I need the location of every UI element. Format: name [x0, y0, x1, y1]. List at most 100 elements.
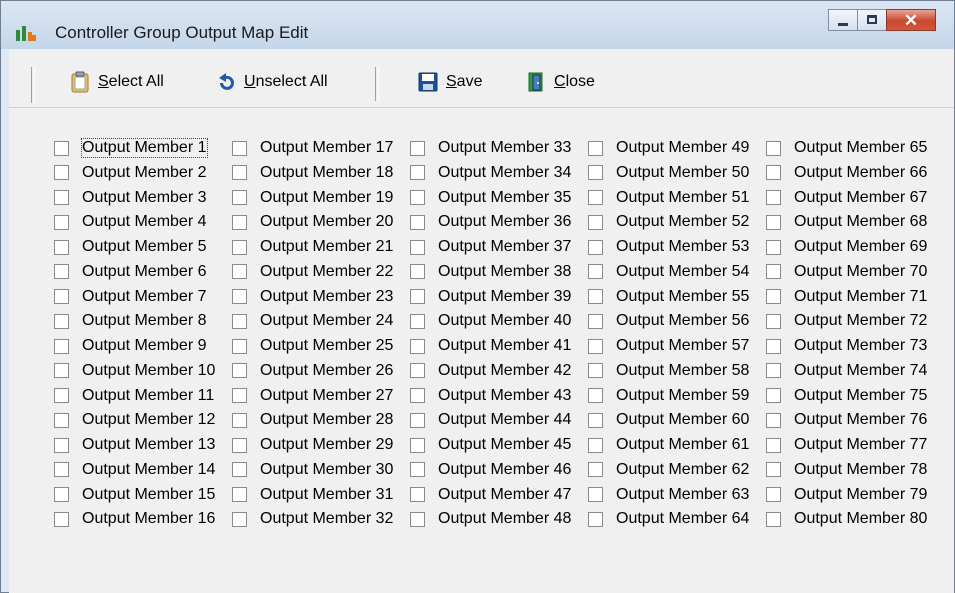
output-member-item[interactable]: Output Member 38: [410, 260, 571, 284]
output-member-checkbox[interactable]: [54, 437, 69, 453]
output-member-checkbox[interactable]: [588, 338, 603, 354]
output-member-checkbox[interactable]: [232, 190, 247, 205]
output-member-item[interactable]: Output Member 15: [54, 483, 215, 507]
output-member-item[interactable]: Output Member 10: [54, 359, 215, 383]
output-member-checkbox[interactable]: [410, 313, 425, 329]
minimize-button[interactable]: [828, 9, 858, 31]
output-member-checkbox[interactable]: [232, 140, 247, 156]
output-member-checkbox[interactable]: [410, 338, 425, 354]
output-member-item[interactable]: Output Member 61: [588, 433, 749, 457]
output-member-checkbox[interactable]: [410, 462, 425, 478]
output-member-checkbox[interactable]: [410, 190, 425, 205]
output-member-item[interactable]: Output Member 77: [766, 433, 927, 457]
output-member-item[interactable]: Output Member 12: [54, 408, 215, 432]
output-member-item[interactable]: Output Member 56: [588, 309, 749, 333]
output-member-item[interactable]: Output Member 40: [410, 309, 571, 333]
output-member-checkbox[interactable]: [410, 289, 425, 304]
output-member-checkbox[interactable]: [54, 462, 69, 478]
output-member-item[interactable]: Output Member 22: [232, 260, 393, 284]
output-member-item[interactable]: Output Member 57: [588, 334, 749, 358]
output-member-item[interactable]: Output Member 6: [54, 260, 207, 284]
output-member-item[interactable]: Output Member 79: [766, 483, 927, 507]
output-member-checkbox[interactable]: [588, 388, 603, 403]
output-member-checkbox[interactable]: [766, 313, 781, 329]
output-member-item[interactable]: Output Member 18: [232, 161, 393, 185]
output-member-item[interactable]: Output Member 42: [410, 359, 571, 383]
output-member-checkbox[interactable]: [54, 165, 69, 181]
output-member-checkbox[interactable]: [588, 165, 603, 181]
output-member-checkbox[interactable]: [588, 313, 603, 329]
output-member-checkbox[interactable]: [766, 462, 781, 478]
output-member-item[interactable]: Output Member 62: [588, 458, 749, 482]
output-member-checkbox[interactable]: [232, 214, 247, 230]
output-member-checkbox[interactable]: [588, 462, 603, 478]
output-member-item[interactable]: Output Member 39: [410, 285, 571, 309]
output-member-checkbox[interactable]: [588, 487, 603, 502]
output-member-checkbox[interactable]: [588, 239, 603, 255]
output-member-checkbox[interactable]: [232, 165, 247, 181]
output-member-item[interactable]: Output Member 19: [232, 186, 393, 210]
output-member-item[interactable]: Output Member 33: [410, 136, 571, 160]
output-member-item[interactable]: Output Member 58: [588, 359, 749, 383]
output-member-checkbox[interactable]: [766, 437, 781, 453]
output-member-item[interactable]: Output Member 3: [54, 186, 207, 210]
output-member-checkbox[interactable]: [410, 363, 425, 379]
output-member-item[interactable]: Output Member 76: [766, 408, 927, 432]
output-member-item[interactable]: Output Member 60: [588, 408, 749, 432]
output-member-checkbox[interactable]: [410, 487, 425, 502]
output-member-item[interactable]: Output Member 26: [232, 359, 393, 383]
maximize-button[interactable]: [857, 9, 887, 31]
output-member-checkbox[interactable]: [232, 388, 247, 403]
output-member-item[interactable]: Output Member 17: [232, 136, 393, 160]
output-member-item[interactable]: Output Member 4: [54, 210, 207, 234]
output-member-checkbox[interactable]: [410, 511, 425, 527]
output-member-checkbox[interactable]: [766, 412, 781, 428]
output-member-checkbox[interactable]: [766, 363, 781, 379]
output-member-checkbox[interactable]: [766, 264, 781, 280]
output-member-checkbox[interactable]: [588, 437, 603, 453]
output-member-item[interactable]: Output Member 25: [232, 334, 393, 358]
output-member-checkbox[interactable]: [232, 289, 247, 304]
output-member-checkbox[interactable]: [232, 412, 247, 428]
output-member-item[interactable]: Output Member 27: [232, 384, 393, 408]
output-member-checkbox[interactable]: [232, 338, 247, 354]
output-member-checkbox[interactable]: [54, 363, 69, 379]
output-member-item[interactable]: Output Member 80: [766, 507, 927, 531]
output-member-item[interactable]: Output Member 59: [588, 384, 749, 408]
output-member-item[interactable]: Output Member 2: [54, 161, 207, 185]
output-member-checkbox[interactable]: [54, 313, 69, 329]
unselect-all-button[interactable]: Unselect All: [215, 69, 328, 95]
output-member-item[interactable]: Output Member 7: [54, 285, 207, 309]
output-member-item[interactable]: Output Member 72: [766, 309, 927, 333]
output-member-checkbox[interactable]: [766, 190, 781, 205]
output-member-item[interactable]: Output Member 75: [766, 384, 927, 408]
output-member-item[interactable]: Output Member 43: [410, 384, 571, 408]
output-member-checkbox[interactable]: [410, 165, 425, 181]
output-member-item[interactable]: Output Member 50: [588, 161, 749, 185]
output-member-item[interactable]: Output Member 41: [410, 334, 571, 358]
output-member-checkbox[interactable]: [54, 289, 69, 304]
output-member-checkbox[interactable]: [588, 214, 603, 230]
output-member-checkbox[interactable]: [410, 412, 425, 428]
output-member-item[interactable]: Output Member 46: [410, 458, 571, 482]
output-member-checkbox[interactable]: [54, 140, 69, 156]
output-member-item[interactable]: Output Member 49: [588, 136, 749, 160]
output-member-item[interactable]: Output Member 1: [54, 136, 208, 160]
output-member-checkbox[interactable]: [766, 388, 781, 403]
save-button[interactable]: Save: [417, 69, 482, 95]
output-member-checkbox[interactable]: [54, 338, 69, 354]
output-member-checkbox[interactable]: [54, 511, 69, 527]
output-member-checkbox[interactable]: [232, 239, 247, 255]
output-member-item[interactable]: Output Member 8: [54, 309, 207, 333]
output-member-checkbox[interactable]: [588, 264, 603, 280]
output-member-item[interactable]: Output Member 65: [766, 136, 927, 160]
output-member-item[interactable]: Output Member 13: [54, 433, 215, 457]
output-member-item[interactable]: Output Member 78: [766, 458, 927, 482]
output-member-checkbox[interactable]: [410, 239, 425, 255]
output-member-item[interactable]: Output Member 5: [54, 235, 207, 259]
output-member-checkbox[interactable]: [232, 363, 247, 379]
output-member-item[interactable]: Output Member 44: [410, 408, 571, 432]
output-member-checkbox[interactable]: [588, 289, 603, 304]
output-member-checkbox[interactable]: [766, 239, 781, 255]
output-member-checkbox[interactable]: [588, 140, 603, 156]
